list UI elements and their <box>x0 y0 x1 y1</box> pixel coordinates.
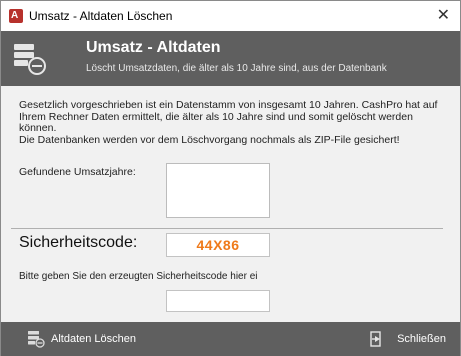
found-years-list[interactable] <box>166 163 270 218</box>
dialog-window: Umsatz - Altdaten Löschen ✕ Umsatz - Alt… <box>0 0 461 356</box>
title-bar: Umsatz - Altdaten Löschen ✕ <box>1 1 460 31</box>
delete-old-data-button[interactable]: Altdaten Löschen <box>27 322 136 356</box>
description-text: Gesetzlich vorgeschrieben ist ein Datens… <box>19 99 438 146</box>
divider <box>11 228 443 229</box>
security-code-hint: Bitte geben Sie den erzeugten Sicherheit… <box>19 271 258 282</box>
delete-old-data-label: Altdaten Löschen <box>51 333 137 345</box>
access-app-icon <box>9 9 23 23</box>
close-button[interactable]: Schließen <box>369 322 446 356</box>
database-delete-icon <box>14 44 46 75</box>
header-banner: Umsatz - Altdaten Löscht Umsatzdaten, di… <box>1 31 460 86</box>
exit-door-icon <box>370 331 381 347</box>
window-title: Umsatz - Altdaten Löschen <box>29 9 173 23</box>
close-icon[interactable]: ✕ <box>437 5 450 25</box>
security-code-input[interactable] <box>166 290 270 312</box>
content-panel: Gesetzlich vorgeschrieben ist ein Datens… <box>1 86 460 322</box>
close-label: Schließen <box>397 333 446 345</box>
header-title: Umsatz - Altdaten <box>86 39 221 56</box>
found-years-label: Gefundene Umsatzjahre: <box>19 166 136 178</box>
header-subtitle: Löscht Umsatzdaten, die älter als 10 Jah… <box>86 63 387 74</box>
footer-bar: Altdaten Löschen Schließen <box>1 322 460 356</box>
security-code-label: Sicherheitscode: <box>19 234 138 251</box>
database-delete-icon <box>28 331 45 348</box>
security-code-display: 44X86 <box>166 233 270 257</box>
